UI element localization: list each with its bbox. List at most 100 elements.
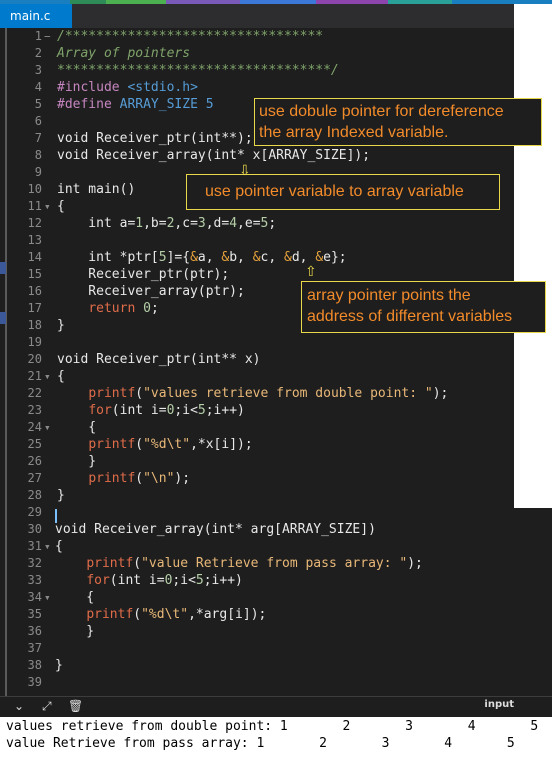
code-line[interactable]: 39 bbox=[0, 674, 552, 691]
code-line[interactable]: 36 } bbox=[0, 623, 552, 640]
code-line[interactable]: 20 void Receiver_ptr(int** x) bbox=[0, 351, 552, 368]
fold-toggle-icon[interactable]: ▾ bbox=[44, 538, 51, 555]
code-line[interactable]: 14 int *ptr[5]={&a, &b, &c, &d, &e}; bbox=[0, 249, 552, 266]
code-text: int main() bbox=[57, 182, 136, 197]
line-number: 2 bbox=[34, 46, 42, 60]
line-number: 36 bbox=[27, 624, 42, 638]
collapse-icon[interactable]: ⌄ bbox=[14, 699, 24, 713]
code-line[interactable]: 28} bbox=[0, 487, 552, 504]
code-line[interactable]: 32 printf("value Retrieve from pass arra… bbox=[0, 555, 552, 572]
code-line[interactable]: 25 printf("%d\t",*x[i]); bbox=[0, 436, 552, 453]
code-text: /********************************* bbox=[57, 29, 324, 44]
code-text: { bbox=[55, 590, 95, 605]
code-line[interactable]: 21 ▾ { bbox=[0, 368, 552, 385]
line-number: 24 bbox=[27, 420, 42, 434]
code-text: } bbox=[57, 454, 97, 469]
code-line[interactable]: 26 } bbox=[0, 453, 552, 470]
line-number: 22 bbox=[27, 386, 42, 400]
line-number: 33 bbox=[27, 573, 42, 587]
line-number: 8 bbox=[34, 148, 42, 162]
code-line[interactable]: 12 int a=1,b=2,c=3,d=4,e=5; bbox=[0, 215, 552, 232]
code-text: #include <stdio.h> bbox=[57, 80, 198, 95]
code-line[interactable]: 3 ***********************************/ bbox=[0, 62, 552, 79]
line-number: 20 bbox=[27, 352, 42, 366]
code-line[interactable]: 29 bbox=[0, 504, 552, 521]
line-number: 16 bbox=[27, 284, 42, 298]
line-number: 26 bbox=[27, 454, 42, 468]
fold-toggle-icon[interactable]: ▾ bbox=[44, 419, 51, 436]
annotation-array-pointer: array pointer points the address of diff… bbox=[301, 281, 546, 333]
clear-console-icon[interactable]: 🗑 bbox=[68, 699, 83, 713]
code-text: } bbox=[57, 318, 65, 333]
annotation-text: address of different variables bbox=[307, 308, 513, 325]
input-label[interactable]: input bbox=[484, 699, 514, 710]
annotation-double-pointer: use dobule pointer for dereference the a… bbox=[254, 98, 542, 146]
output-line: values retrieve from double point: 1 2 3… bbox=[6, 719, 539, 734]
code-text: printf("values retrieve from double poin… bbox=[88, 386, 449, 401]
annotation-text: use dobule pointer for dereference bbox=[259, 103, 504, 120]
line-number: 38 bbox=[27, 658, 42, 672]
code-line[interactable]: 1−/********************************* bbox=[0, 28, 552, 45]
code-line[interactable]: 33 for(int i=0;i<5;i++) bbox=[0, 572, 552, 589]
editor-tab-bar: main.c bbox=[0, 4, 514, 28]
code-text: ***********************************/ bbox=[57, 63, 339, 78]
line-number: 28 bbox=[27, 488, 42, 502]
output-line: value Retrieve from pass array: 1 2 3 4 … bbox=[6, 736, 515, 751]
code-line[interactable]: 38} bbox=[0, 657, 552, 674]
annotation-text: use pointer variable to array variable bbox=[205, 183, 464, 200]
code-line[interactable]: 24 ▾ { bbox=[0, 419, 552, 436]
code-text: void Receiver_array(int* arg[ARRAY_SIZE]… bbox=[55, 522, 376, 537]
code-text: { bbox=[57, 199, 65, 214]
code-line[interactable]: 19 bbox=[0, 334, 552, 351]
arrow-down-icon: ⇩ bbox=[239, 163, 251, 179]
tab-main-c[interactable]: main.c bbox=[0, 4, 72, 28]
annotation-text: array pointer points the bbox=[307, 287, 471, 304]
code-text: printf("value Retrieve from pass array: … bbox=[86, 556, 423, 571]
line-number: 12 bbox=[27, 216, 42, 230]
code-line[interactable]: 35 printf("%d\t",*arg[i]); bbox=[0, 606, 552, 623]
code-text: printf("%d\t",*arg[i]); bbox=[86, 607, 267, 622]
code-text: return 0; bbox=[88, 301, 159, 316]
code-text: for(int i=0;i<5;i++) bbox=[88, 403, 245, 418]
line-number: 25 bbox=[27, 437, 42, 451]
code-text: Array of pointers bbox=[57, 46, 191, 61]
code-text: } bbox=[57, 488, 65, 503]
code-line[interactable]: 37 bbox=[0, 640, 552, 657]
code-line[interactable]: 23 for(int i=0;i<5;i++) bbox=[0, 402, 552, 419]
code-line[interactable]: 27 printf("\n"); bbox=[0, 470, 552, 487]
line-number: 1 bbox=[34, 29, 42, 43]
line-number: 6 bbox=[34, 114, 42, 128]
code-text: int a=1,b=2,c=3,d=4,e=5; bbox=[57, 216, 277, 231]
line-number: 5 bbox=[34, 97, 42, 111]
arrow-up-icon: ⇧ bbox=[305, 264, 317, 280]
fold-toggle-icon[interactable]: ▾ bbox=[44, 589, 51, 606]
line-number: 14 bbox=[27, 250, 42, 264]
fold-toggle-icon[interactable]: − bbox=[44, 28, 51, 45]
code-line[interactable]: 13 bbox=[0, 232, 552, 249]
code-line[interactable]: 31 ▾ { bbox=[0, 538, 552, 555]
code-line[interactable]: 30 void Receiver_array(int* arg[ARRAY_SIZ… bbox=[0, 521, 552, 538]
line-number: 37 bbox=[27, 641, 42, 655]
code-line[interactable]: 8 void Receiver_array(int* x[ARRAY_SIZE])… bbox=[0, 147, 552, 164]
code-text: void Receiver_ptr(int** x) bbox=[57, 352, 261, 367]
code-line[interactable]: 2 Array of pointers bbox=[0, 45, 552, 62]
line-number: 9 bbox=[34, 165, 42, 179]
console-toolbar: ⌄ ⤢ 🗑 input bbox=[0, 696, 552, 717]
line-number: 23 bbox=[27, 403, 42, 417]
code-text: int *ptr[5]={&a, &b, &c, &d, &e}; bbox=[57, 250, 347, 265]
line-number: 30 bbox=[27, 522, 42, 536]
code-text: #define ARRAY_SIZE 5 bbox=[57, 97, 214, 112]
code-text: { bbox=[57, 369, 65, 384]
fold-toggle-icon[interactable]: ▾ bbox=[44, 368, 51, 385]
fold-toggle-icon[interactable]: ▾ bbox=[44, 198, 51, 215]
code-text: void Receiver_ptr(int**); bbox=[57, 131, 253, 146]
line-number: 10 bbox=[27, 182, 42, 196]
line-number: 21 bbox=[27, 369, 42, 383]
code-line[interactable]: 22 printf("values retrieve from double p… bbox=[0, 385, 552, 402]
line-number: 32 bbox=[27, 556, 42, 570]
expand-icon[interactable]: ⤢ bbox=[42, 699, 52, 714]
line-number: 15 bbox=[27, 267, 42, 281]
code-line[interactable]: 4 #include <stdio.h> bbox=[0, 79, 552, 96]
code-line[interactable]: 34 ▾ { bbox=[0, 589, 552, 606]
line-number: 18 bbox=[27, 318, 42, 332]
